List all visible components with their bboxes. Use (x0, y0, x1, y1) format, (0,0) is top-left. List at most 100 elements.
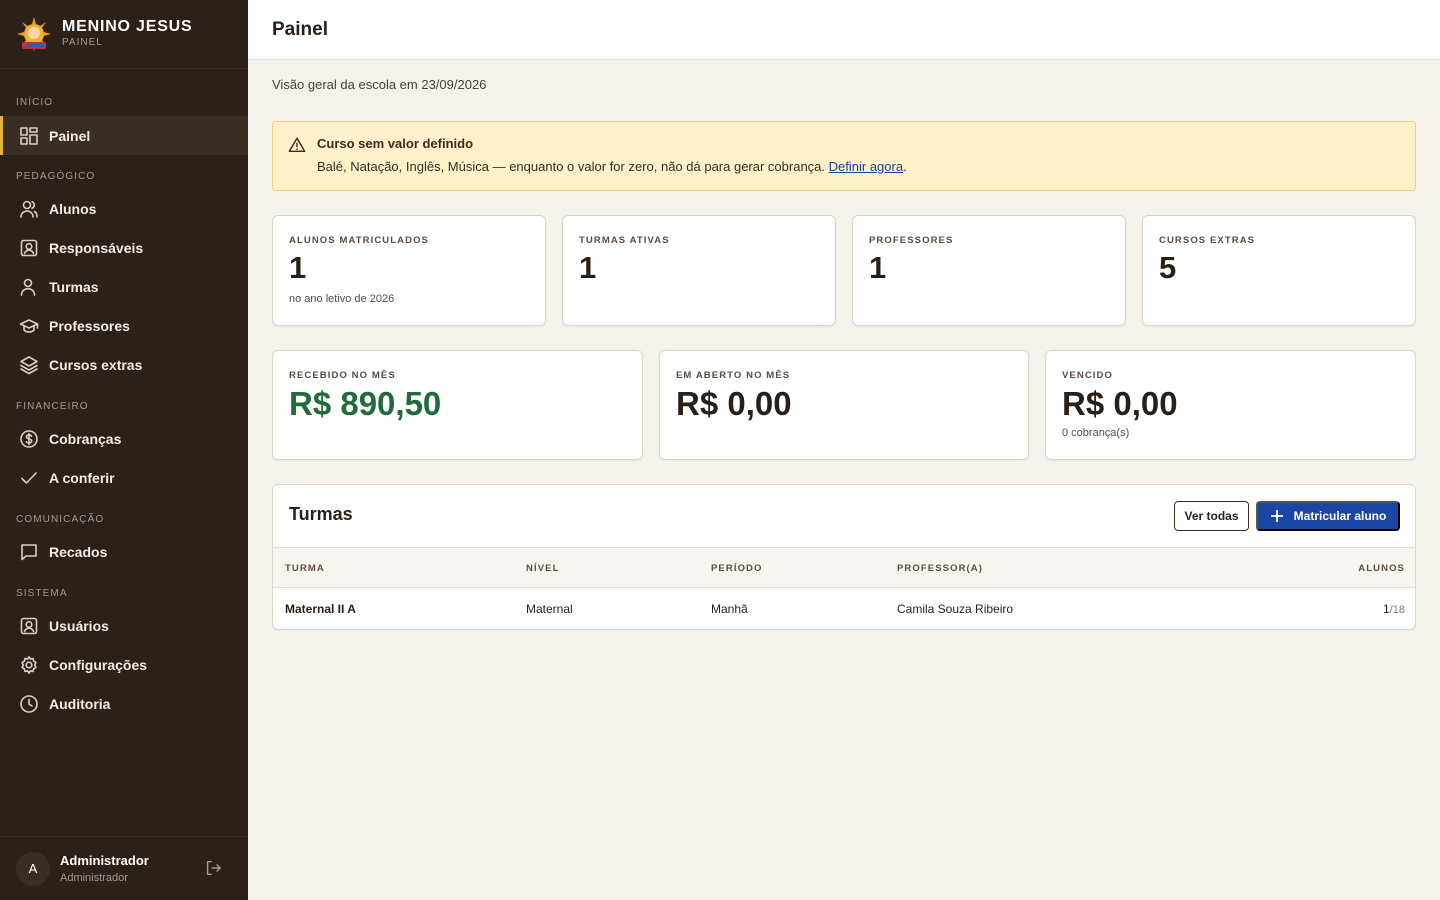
cell-alunos-count: 1 (1383, 602, 1390, 616)
stat-card-cursos-extras: CURSOS EXTRAS 5 (1142, 215, 1416, 326)
cell-alunos-capacity: /18 (1389, 604, 1405, 616)
sidebar-item-label: Painel (49, 127, 91, 144)
warning-icon (288, 136, 308, 156)
finance-card-em-aberto: EM ABERTO NO MÊS R$ 0,00 (659, 350, 1029, 460)
column-turma[interactable]: TURMA (285, 563, 325, 574)
alert-message: Balé, Natação, Inglês, Música — enquanto… (317, 159, 907, 174)
stat-label: TURMAS ATIVAS (579, 235, 670, 246)
sidebar-item-a-conferir[interactable]: A conferir (0, 458, 248, 497)
sidebar-item-professores[interactable]: Professores (0, 306, 248, 345)
brand-name: MENINO JESUS (62, 18, 193, 35)
finance-label: RECEBIDO NO MÊS (289, 370, 396, 381)
check-icon (18, 467, 40, 489)
nav-section-comunicacao: COMUNICAÇÃO (16, 514, 105, 525)
sidebar-item-usuarios[interactable]: Usuários (0, 606, 248, 645)
graduation-cap-icon (18, 315, 40, 337)
nav-section-sistema: SISTEMA (16, 588, 68, 599)
stat-value: 1 (869, 250, 887, 285)
nav-section-pedagogico: PEDAGÓGICO (16, 171, 96, 182)
clock-icon (18, 693, 40, 715)
sidebar-item-alunos[interactable]: Alunos (0, 189, 248, 228)
sidebar: MENINO JESUS PAINEL INÍCIO Painel PEDAGÓ… (0, 0, 248, 900)
column-alunos[interactable]: ALUNOS (1358, 563, 1405, 574)
user-profile: A Administrador Administrador (0, 836, 248, 900)
sidebar-item-label: Professores (49, 317, 130, 334)
brand[interactable]: MENINO JESUS PAINEL (0, 0, 248, 69)
user-name: Administrador (60, 852, 149, 868)
contact-icon (18, 615, 40, 637)
sidebar-item-configuracoes[interactable]: Configurações (0, 645, 248, 684)
plus-icon (1270, 510, 1283, 522)
alert-message-text: Balé, Natação, Inglês, Música — enquanto… (317, 159, 829, 174)
stat-card-alunos: ALUNOS MATRICULADOS 1 no ano letivo de 2… (272, 215, 546, 326)
finance-note: 0 cobrança(s) (1062, 427, 1130, 439)
sidebar-item-recados[interactable]: Recados (0, 532, 248, 571)
cell-turma[interactable]: Maternal II A (285, 602, 356, 616)
overview-subtitle: Visão geral da escola em 23/09/2026 (272, 77, 487, 92)
users-icon (18, 198, 40, 220)
cell-periodo: Manhã (711, 602, 748, 616)
brand-subtitle: PAINEL (62, 37, 103, 48)
turmas-card: Turmas Ver todas Matricular aluno TURMA … (272, 484, 1416, 630)
nav-section-inicio: INÍCIO (16, 97, 54, 108)
turmas-title: Turmas (289, 504, 353, 524)
sidebar-item-label: Turmas (49, 278, 99, 295)
enroll-student-button[interactable]: Matricular aluno (1256, 501, 1400, 531)
gear-icon (18, 654, 40, 676)
sidebar-item-label: Auditoria (49, 695, 111, 712)
avatar: A (16, 851, 50, 886)
sidebar-item-auditoria[interactable]: Auditoria (0, 684, 248, 723)
sidebar-item-label: Responsáveis (49, 239, 144, 256)
finance-label: VENCIDO (1062, 370, 1113, 381)
logout-icon[interactable] (204, 859, 224, 879)
finance-card-vencido: VENCIDO R$ 0,00 0 cobrança(s) (1045, 350, 1416, 460)
message-icon (18, 541, 40, 563)
column-nivel[interactable]: NÍVEL (526, 563, 559, 574)
stat-value: 1 (579, 250, 597, 285)
column-professor[interactable]: PROFESSOR(A) (897, 563, 983, 574)
sidebar-item-label: Cursos extras (49, 356, 143, 373)
sidebar-item-cobrancas[interactable]: Cobranças (0, 419, 248, 458)
sidebar-item-turmas[interactable]: Turmas (0, 267, 248, 306)
view-all-button[interactable]: Ver todas (1174, 501, 1249, 531)
table-header: TURMA NÍVEL PERÍODO PROFESSOR(A) ALUNOS (273, 547, 1415, 588)
dashboard-icon (18, 125, 40, 147)
sidebar-item-label: Recados (49, 543, 108, 560)
stat-note: no ano letivo de 2026 (289, 293, 395, 305)
define-now-link[interactable]: Definir agora (829, 159, 903, 174)
enroll-student-label: Matricular aluno (1293, 509, 1387, 523)
nav-section-financeiro: FINANCEIRO (16, 401, 89, 412)
stat-value: 1 (289, 250, 307, 285)
cell-nivel: Maternal (526, 602, 573, 616)
sidebar-item-painel[interactable]: Painel (0, 116, 248, 155)
table-row[interactable]: Maternal II A Maternal Manhã Camila Souz… (273, 588, 1415, 629)
column-periodo[interactable]: PERÍODO (711, 563, 763, 574)
warning-alert: Curso sem valor definido Balé, Natação, … (272, 121, 1416, 191)
alert-title: Curso sem valor definido (317, 136, 474, 151)
cell-professor: Camila Souza Ribeiro (897, 602, 1014, 616)
sidebar-item-label: A conferir (49, 469, 115, 486)
finance-value: R$ 890,50 (289, 385, 442, 422)
stat-card-turmas: TURMAS ATIVAS 1 (562, 215, 836, 326)
finance-card-recebido: RECEBIDO NO MÊS R$ 890,50 (272, 350, 643, 460)
stat-card-professores: PROFESSORES 1 (852, 215, 1126, 326)
topbar: Painel (248, 0, 1440, 60)
stat-label: CURSOS EXTRAS (1159, 235, 1256, 246)
user-role: Administrador (60, 871, 128, 884)
dollar-circle-icon (18, 428, 40, 450)
sidebar-item-label: Usuários (49, 617, 109, 634)
finance-label: EM ABERTO NO MÊS (676, 370, 791, 381)
finance-value: R$ 0,00 (1062, 385, 1178, 422)
layers-icon (18, 354, 40, 376)
sidebar-item-label: Cobranças (49, 430, 122, 447)
stat-label: ALUNOS MATRICULADOS (289, 235, 429, 246)
sidebar-item-label: Configurações (49, 656, 148, 673)
stat-label: PROFESSORES (869, 235, 954, 246)
school-logo-icon (16, 16, 52, 52)
sidebar-item-cursos-extras[interactable]: Cursos extras (0, 345, 248, 384)
cell-alunos: 1/18 (1383, 602, 1405, 616)
page-title: Painel (272, 18, 328, 40)
sidebar-item-responsaveis[interactable]: Responsáveis (0, 228, 248, 267)
stat-value: 5 (1159, 250, 1177, 285)
alert-message-suffix: . (903, 159, 907, 174)
